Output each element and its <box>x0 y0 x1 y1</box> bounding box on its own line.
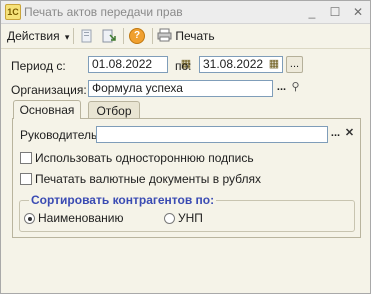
currency-rubles-checkbox[interactable] <box>20 173 32 185</box>
clear-icon[interactable]: ✕ <box>341 126 358 143</box>
currency-rubles-label: Печатать валютные документы в рублях <box>35 172 261 186</box>
magnifier-icon[interactable]: ⚲ <box>287 80 304 97</box>
sort-by-name-radio[interactable] <box>24 213 35 224</box>
period-from-field[interactable]: 01.08.2022 <box>88 56 168 73</box>
period-from-label: Период с: <box>11 59 66 73</box>
tab-main-label: Основная <box>19 103 75 117</box>
chevron-down-icon: ▾ <box>64 32 70 42</box>
title-bar: 1С Печать актов передачи прав _ ☐ ✕ <box>1 1 370 24</box>
sort-by-name-label: Наименованию <box>38 211 124 225</box>
help-button[interactable]: ? <box>129 28 145 44</box>
period-select-button[interactable]: ... <box>286 56 303 73</box>
sort-group-title: Сортировать контрагентов по: <box>29 193 217 207</box>
print-label: Печать <box>175 29 215 43</box>
print-acts-window: 1С Печать актов передачи прав _ ☐ ✕ Дейс… <box>0 0 371 294</box>
sort-by-unp-label: УНП <box>178 211 203 225</box>
close-button[interactable]: ✕ <box>350 4 366 20</box>
print-button[interactable]: Печать <box>157 28 215 44</box>
toolbar-separator <box>152 28 153 44</box>
organization-field[interactable]: Формула успеха <box>88 80 273 97</box>
tab-main[interactable]: Основная <box>13 100 81 119</box>
toolbar: Действия ▾ ? Печать <box>1 24 370 49</box>
tab-filter-label: Отбор <box>96 104 132 118</box>
actions-menu-button[interactable]: Действия ▾ <box>7 28 69 44</box>
sort-group: Сортировать контрагентов по: Наименовани… <box>19 193 355 232</box>
manager-field[interactable] <box>96 126 328 143</box>
sort-by-unp-radio[interactable] <box>164 213 175 224</box>
help-icon: ? <box>129 28 145 44</box>
printer-icon <box>157 28 172 42</box>
organization-label: Организация: <box>11 83 87 97</box>
toolbar-separator <box>73 28 74 44</box>
one-sided-signature-checkbox[interactable] <box>20 152 32 164</box>
one-sided-signature-label: Использовать одностороннюю подпись <box>35 151 254 165</box>
period-to-label: по: <box>175 59 192 73</box>
window-title: Печать актов передачи прав <box>24 5 183 19</box>
maximize-button[interactable]: ☐ <box>327 4 343 20</box>
tab-panel-main: Руководитель: ... ✕ Использовать односто… <box>12 118 361 238</box>
document-download-icon[interactable] <box>101 28 117 44</box>
manager-label: Руководитель: <box>20 128 101 142</box>
app-logo-icon: 1С <box>5 4 21 20</box>
document-copy-icon[interactable] <box>79 28 95 44</box>
calendar-icon[interactable]: ▦ <box>267 57 281 71</box>
actions-label: Действия <box>7 29 60 43</box>
toolbar-separator <box>123 28 124 44</box>
minimize-button[interactable]: _ <box>304 4 320 20</box>
